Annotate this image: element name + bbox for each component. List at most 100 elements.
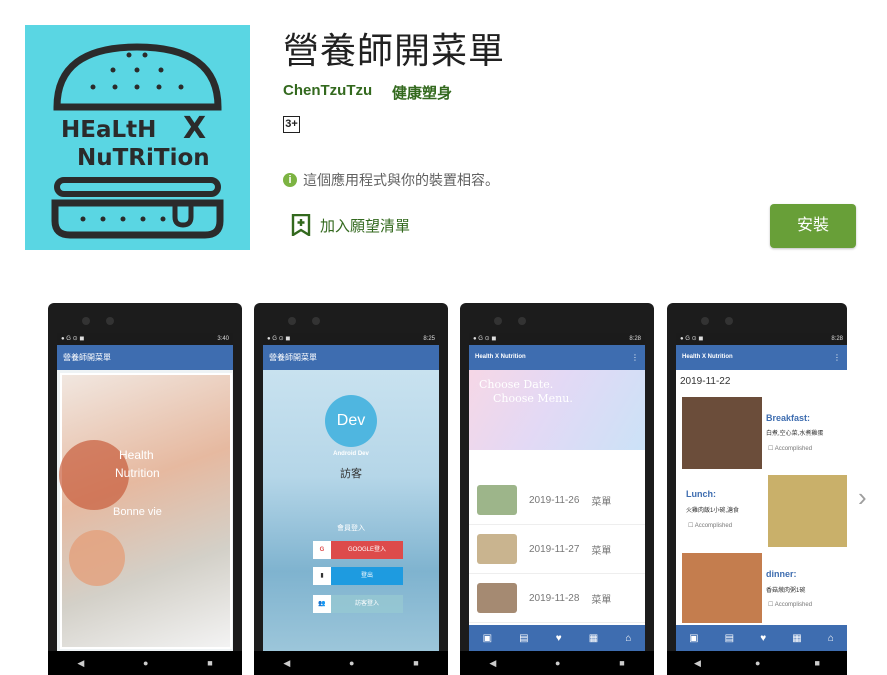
splash-text-bonne-vie: Bonne vie [113, 506, 162, 518]
camera-dot [312, 317, 320, 325]
google-icon: G [313, 541, 331, 559]
heart-tab-icon[interactable]: ♥ [556, 633, 562, 644]
list-item[interactable]: 2019-11-27 菜單 [469, 525, 645, 574]
app-icon: HEaLtH X NuTRiTion [25, 25, 250, 250]
system-nav-bar: ◀ ● ■ [254, 651, 448, 675]
bottom-tab-bar: ▣ ▤ ♥ ▦ ⌂ [469, 625, 645, 651]
phone-screen: ● G ⊙ ◼ 8:28 Health X Nutrition ⋮ 2019-11-… [676, 333, 847, 651]
lunch-photo [768, 475, 847, 547]
home-icon: ● [755, 658, 761, 668]
camera-dot [106, 317, 114, 325]
screenshot-2[interactable]: ● G ⊙ ◼ 8:25 營養師開菜單 Dev Android Dev 訪客 會員… [254, 303, 448, 675]
breakfast-accomplished-checkbox[interactable]: ☐ Accomplished [768, 445, 812, 452]
status-bar: ● G ⊙ ◼ 3:40 [57, 333, 233, 345]
back-icon: ◀ [283, 657, 291, 668]
system-nav-bar: ◀ ● ■ [460, 651, 654, 675]
lunch-accomplished-checkbox[interactable]: ☐ Accomplished [688, 522, 732, 529]
wishlist-label: 加入願望清單 [320, 217, 411, 235]
category-link[interactable]: 健康塑身 [392, 82, 452, 103]
icon-text-x: X [183, 111, 207, 146]
lunch-title: Lunch: [686, 489, 716, 499]
camera-dot [288, 317, 296, 325]
dinner-title: dinner: [766, 569, 797, 579]
status-bar: ● G ⊙ ◼ 8:28 [469, 333, 645, 345]
splash-text-nutrition: Nutrition [115, 466, 160, 480]
recents-icon: ■ [814, 658, 820, 668]
phone-screen: ● G ⊙ ◼ 8:25 營養師開菜單 Dev Android Dev 訪客 會員… [263, 333, 439, 651]
dinner-accomplished-checkbox[interactable]: ☐ Accomplished [768, 601, 812, 608]
developer-link[interactable]: ChenTzuTzu [283, 82, 372, 99]
camera-dot [82, 317, 90, 325]
dish-thumbnail [477, 583, 517, 613]
avatar-subtitle: Android Dev [333, 451, 369, 457]
content-rating-badge[interactable]: 3+ [283, 116, 300, 133]
back-icon: ◀ [489, 657, 497, 668]
logout-button[interactable]: ▮ 登出 [313, 567, 403, 585]
member-login-label: 會員登入 [337, 525, 365, 532]
home-tab-icon[interactable]: ⌂ [828, 633, 834, 644]
breakfast-text: 白煮,空心菜,水煮雞蛋 [766, 431, 824, 437]
guest-login-button[interactable]: 👥 訪客登入 [313, 595, 403, 613]
list-item[interactable]: 2019-11-28 菜單 [469, 574, 645, 623]
door-icon: ▮ [313, 567, 331, 585]
screenshot-3[interactable]: ● G ⊙ ◼ 8:28 Health X Nutrition ⋮ Choose D… [460, 303, 654, 675]
app-bar: Health X Nutrition ⋮ [676, 345, 847, 370]
home-tab-icon[interactable]: ⌂ [625, 633, 631, 644]
back-icon: ◀ [694, 657, 701, 668]
banner-line-1: Choose Date. [479, 378, 554, 391]
system-nav-bar: ◀ ● ■ [667, 651, 847, 675]
menu-list: 2019-11-26 菜單 2019-11-27 菜單 2019-11-28 菜單 [469, 476, 645, 623]
back-icon: ◀ [77, 657, 85, 668]
menu-tab-icon[interactable]: ▣ [483, 633, 492, 644]
phone-screen: ● G ⊙ ◼ 3:40 營養師開菜單 Health Nutrition Bonn… [57, 333, 233, 651]
status-bar: ● G ⊙ ◼ 8:25 [263, 333, 439, 345]
lunch-text: 火雞肉飯1小碗,溏食 [686, 508, 740, 514]
chevron-right-icon[interactable]: › [858, 482, 867, 513]
dish-thumbnail [477, 534, 517, 564]
install-button[interactable]: 安裝 [770, 204, 856, 248]
camera-dot [701, 317, 709, 325]
list-item[interactable]: 2019-11-26 菜單 [469, 476, 645, 525]
camera-dot [518, 317, 526, 325]
overflow-menu-icon: ⋮ [833, 353, 841, 362]
splash-area: Health Nutrition Bonne vie [57, 370, 233, 651]
compatibility-text: 這個應用程式與你的裝置相容。 [303, 172, 499, 188]
info-icon: i [283, 173, 297, 187]
avatar: Dev [325, 395, 377, 447]
home-icon: ● [143, 658, 149, 668]
camera-dot [725, 317, 733, 325]
card-tab-icon[interactable]: ▦ [589, 633, 598, 644]
recents-icon: ■ [619, 658, 625, 668]
screenshot-4[interactable]: ● G ⊙ ◼ 8:28 Health X Nutrition ⋮ 2019-11-… [667, 303, 847, 675]
recents-icon: ■ [207, 658, 213, 668]
home-icon: ● [555, 658, 561, 668]
app-bar: Health X Nutrition ⋮ [469, 345, 645, 370]
splash-text-health: Health [119, 448, 154, 462]
system-nav-bar: ◀ ● ■ [48, 651, 242, 675]
status-bar: ● G ⊙ ◼ 8:28 [676, 333, 847, 345]
screenshot-1[interactable]: ● G ⊙ ◼ 3:40 營養師開菜單 Health Nutrition Bonn… [48, 303, 242, 675]
banner-line-2: Choose Menu. [493, 392, 573, 405]
app-title: 營養師開菜單 [283, 31, 506, 72]
users-icon: 👥 [313, 595, 331, 613]
selected-date: 2019-11-22 [680, 376, 731, 387]
overflow-menu-icon: ⋮ [631, 353, 639, 362]
google-login-button[interactable]: G GOOGLE登入 [313, 541, 403, 559]
card-tab-icon[interactable]: ▦ [792, 633, 801, 644]
breakfast-photo [682, 397, 762, 469]
home-icon: ● [349, 658, 355, 668]
note-tab-icon[interactable]: ▤ [725, 633, 734, 644]
phone-screen: ● G ⊙ ◼ 8:28 Health X Nutrition ⋮ Choose D… [469, 333, 645, 651]
heart-tab-icon[interactable]: ♥ [760, 633, 766, 644]
icon-text-nutrition: NuTRiTion [77, 145, 210, 171]
guest-label: 訪客 [340, 468, 362, 480]
menu-tab-icon[interactable]: ▣ [689, 633, 698, 644]
wishlist-button[interactable]: 加入願望清單 [291, 214, 410, 236]
bottom-tab-bar: ▣ ▤ ♥ ▦ ⌂ [676, 625, 847, 651]
breakfast-title: Breakfast: [766, 413, 811, 423]
compatibility-notice: i 這個應用程式與你的裝置相容。 [283, 170, 499, 190]
dish-thumbnail [477, 485, 517, 515]
dinner-text: 香菇燉肉粥1碗 [766, 588, 806, 594]
note-tab-icon[interactable]: ▤ [519, 633, 528, 644]
grapefruit-decoration [69, 530, 125, 586]
